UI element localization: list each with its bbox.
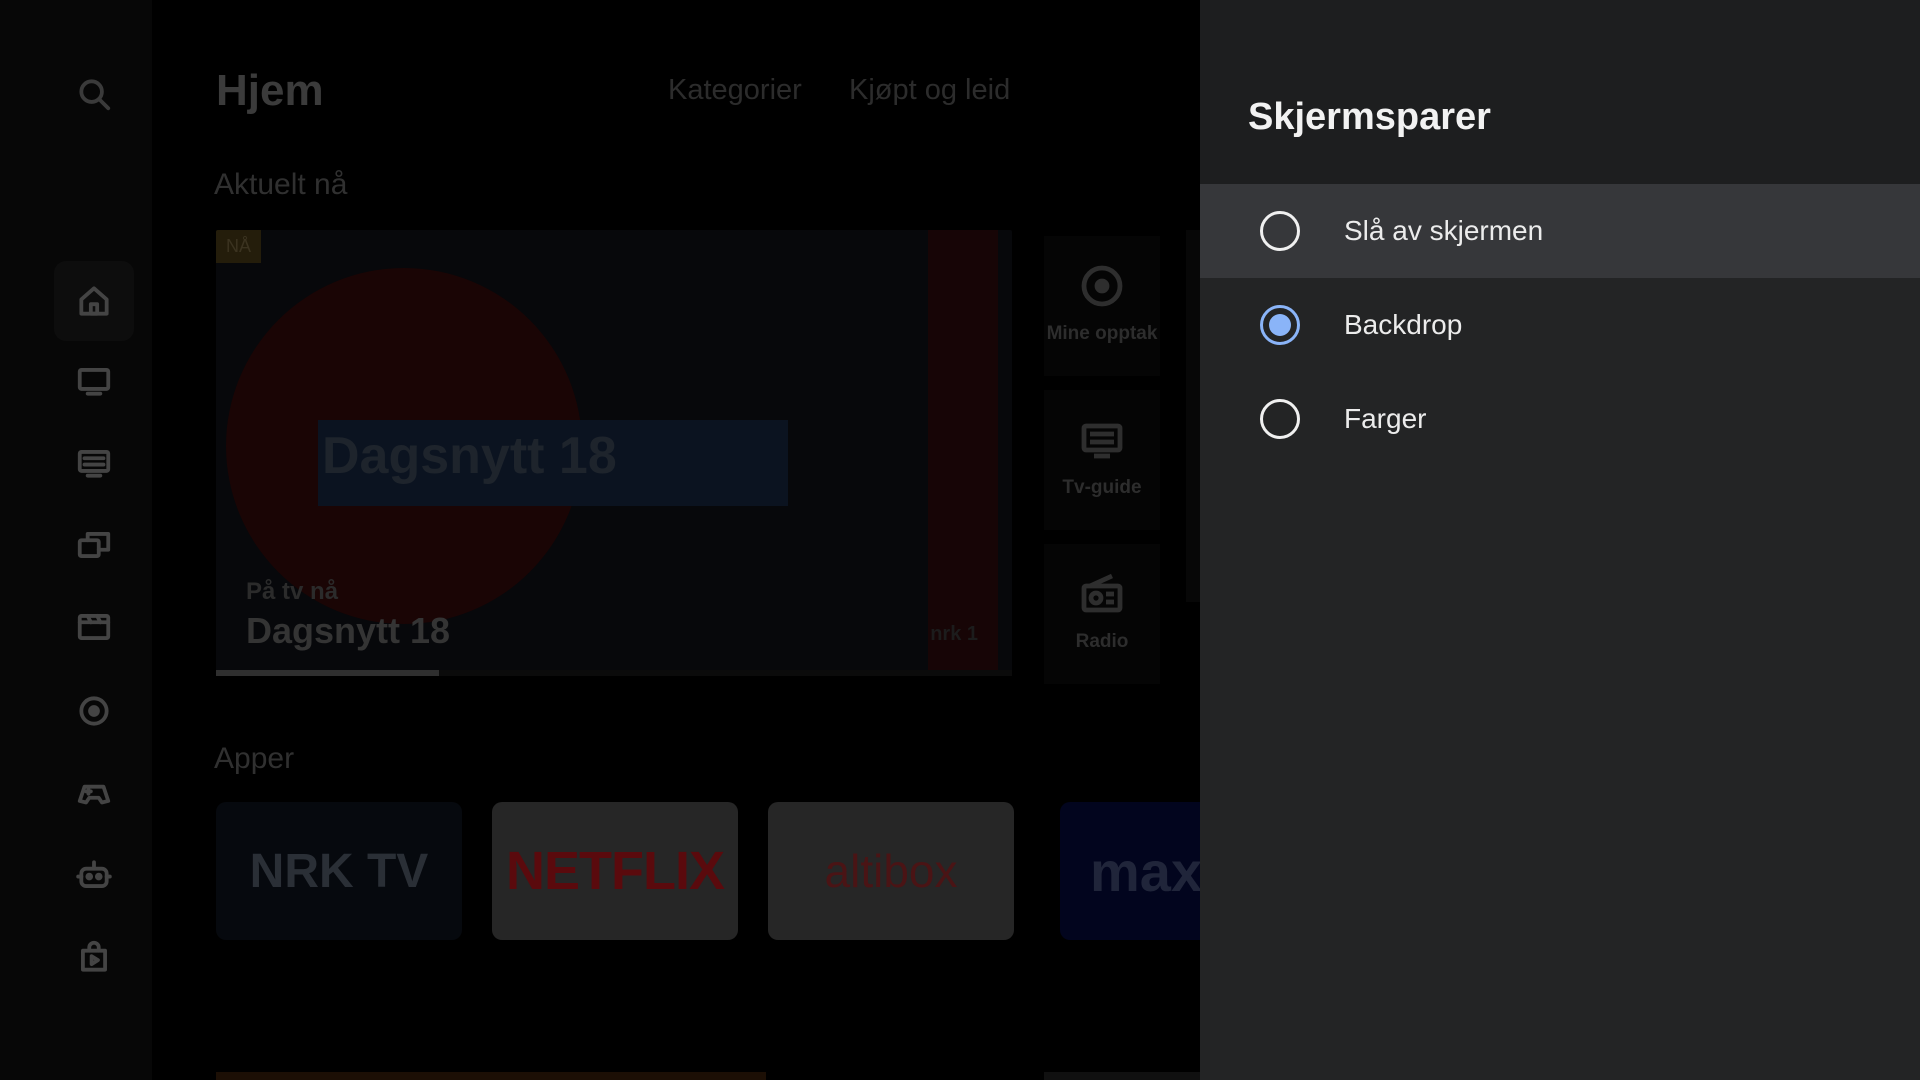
tv-icon[interactable] [68, 355, 120, 407]
hero-card[interactable]: Dagsnytt 18 NÅ På tv nå Dagsnytt 18 nrk … [216, 230, 1012, 672]
tv-guide-icon[interactable] [68, 437, 120, 489]
film-icon[interactable] [68, 601, 120, 653]
home-icon[interactable] [54, 261, 134, 341]
app-tile-nrk-tv[interactable]: NRK TV [216, 802, 462, 940]
section-title-current: Aktuelt nå [214, 168, 348, 201]
tab-kjopt-og-leid[interactable]: Kjøpt og leid [849, 74, 1010, 107]
option-sla-av-skjermen[interactable]: Slå av skjermen [1200, 184, 1920, 278]
radio-button-checked[interactable] [1260, 305, 1300, 345]
shortcut-tv-guide[interactable]: Tv-guide [1044, 390, 1160, 530]
option-backdrop[interactable]: Backdrop [1200, 278, 1920, 372]
shortcut-label: Tv-guide [1062, 477, 1142, 498]
option-label: Farger [1344, 403, 1427, 434]
record-icon [1081, 265, 1123, 307]
next-card-peek [1186, 230, 1200, 602]
search-icon[interactable] [68, 68, 120, 120]
hero-artwork-strip [928, 230, 998, 672]
panel-title: Skjermsparer [1248, 96, 1491, 138]
play-store-icon[interactable] [68, 931, 120, 983]
app-logo: max [1090, 839, 1200, 903]
hero-subtitle: På tv nå [246, 578, 339, 605]
hero-progress-fill [216, 670, 439, 676]
page-title: Hjem [216, 66, 324, 115]
record-icon[interactable] [68, 685, 120, 737]
hero-title: Dagsnytt 18 [246, 610, 451, 651]
app-tile-max[interactable]: max [1060, 802, 1200, 940]
panel-header: Skjermsparer [1200, 0, 1920, 184]
live-badge: NÅ [216, 230, 262, 263]
option-label: Slå av skjermen [1344, 215, 1544, 246]
hero-logo-text: Dagsnytt 18 [322, 427, 617, 485]
hero-progress-bar [216, 670, 1012, 676]
shortcut-mine-opptak[interactable]: Mine opptak [1044, 236, 1160, 376]
section-title-apps: Apper [214, 742, 295, 775]
gamepad-icon[interactable] [68, 767, 120, 819]
screensaver-panel: Skjermsparer Slå av skjermen Backdrop Fa… [1200, 0, 1920, 1080]
app-logo: NETFLIX [506, 841, 725, 901]
shortcut-label: Radio [1075, 631, 1129, 652]
app-logo: altibox [824, 845, 958, 897]
option-label: Backdrop [1344, 309, 1463, 340]
nav-rail [0, 0, 152, 1080]
app-logo: NRK TV [249, 844, 429, 898]
next-row-peek [1044, 1072, 1200, 1080]
radio-icon [1081, 573, 1123, 613]
option-farger[interactable]: Farger [1200, 372, 1920, 466]
app-tile-netflix[interactable]: NETFLIX [492, 802, 738, 940]
home-screen: Hjem Kategorier Kjøpt og leid Aktuelt nå… [152, 0, 1200, 1080]
tv-guide-icon [1081, 423, 1123, 459]
radio-button[interactable] [1260, 399, 1300, 439]
tab-kategorier[interactable]: Kategorier [668, 74, 802, 107]
channel-logo: nrk 1 [930, 623, 978, 645]
robot-icon[interactable] [68, 849, 120, 901]
shortcut-radio[interactable]: Radio [1044, 544, 1160, 684]
next-row-peek [216, 1072, 766, 1080]
radio-button[interactable] [1260, 211, 1300, 251]
app-tile-altibox[interactable]: altibox [768, 802, 1014, 940]
shortcut-label: Mine opptak [1046, 323, 1158, 344]
multi-screen-icon[interactable] [68, 519, 120, 571]
